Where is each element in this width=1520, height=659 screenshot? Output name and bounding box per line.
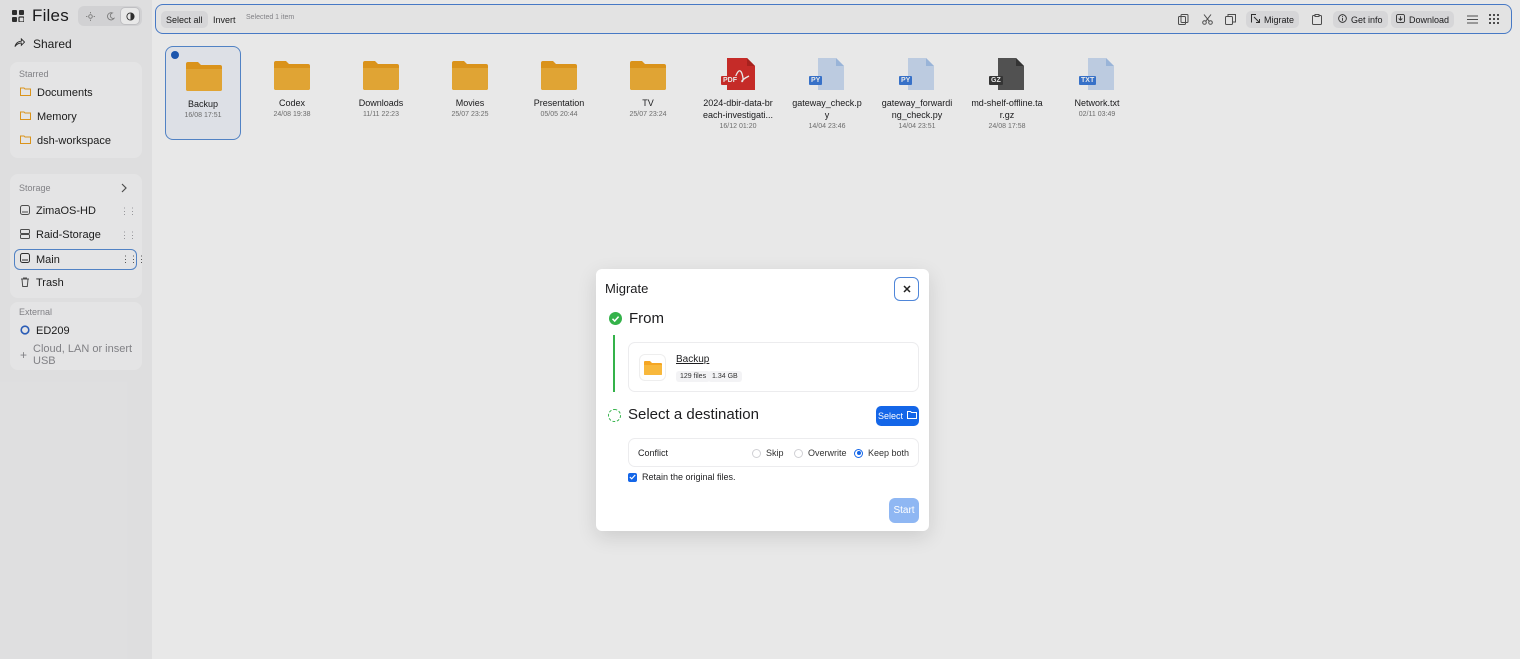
pending-step-icon [608, 409, 621, 422]
radio-circle [794, 448, 803, 458]
source-size: 1.34 GB [708, 371, 742, 382]
dialog-title: Migrate [605, 281, 649, 296]
source-file-count: 129 files [676, 371, 711, 382]
radio-overwrite[interactable]: Overwrite [794, 448, 847, 458]
retain-original-checkbox[interactable]: Retain the original files. [628, 472, 736, 482]
migrate-dialog: Migrate From Backup 129 files 1.34 GB Se… [596, 269, 929, 531]
conflict-label: Conflict [638, 448, 669, 458]
radio-label: Keep both [868, 448, 910, 458]
radio-circle [854, 448, 863, 458]
folder-icon [640, 355, 665, 380]
retain-label: Retain the original files. [642, 472, 736, 482]
radio-label: Overwrite [808, 448, 847, 458]
source-card: Backup 129 files 1.34 GB [628, 342, 919, 392]
select-destination-button[interactable]: Select [876, 406, 919, 426]
close-button[interactable] [894, 277, 919, 301]
step-connector [613, 335, 615, 392]
destination-heading: Select a destination [628, 406, 759, 423]
radio-label: Skip [766, 448, 784, 458]
source-name-link[interactable]: Backup [676, 354, 709, 365]
conflict-options: Conflict Skip Overwrite Keep both [628, 438, 919, 467]
close-icon [902, 282, 911, 296]
folder-outline-icon [907, 411, 917, 421]
check-circle-icon [609, 312, 622, 325]
radio-keep-both[interactable]: Keep both [854, 448, 909, 458]
from-heading: From [629, 310, 664, 327]
start-button[interactable]: Start [889, 498, 919, 523]
checkbox-checked-icon [628, 472, 637, 482]
radio-circle [752, 448, 761, 458]
radio-skip[interactable]: Skip [752, 448, 784, 458]
select-label: Select [877, 411, 903, 421]
